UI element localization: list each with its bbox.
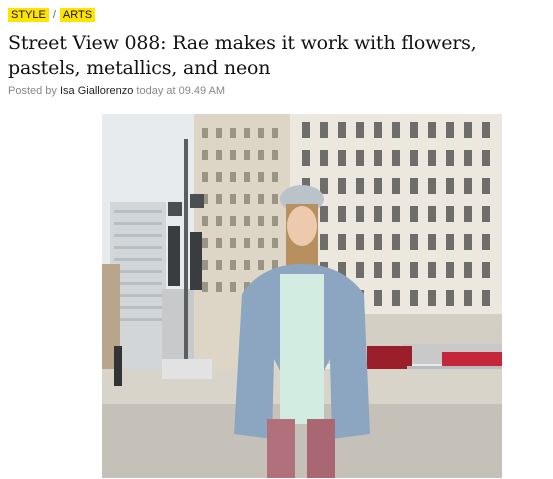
white-car — [162, 359, 212, 379]
tag-style[interactable]: STYLE — [8, 8, 49, 22]
street-photo-illustration — [102, 114, 502, 478]
banner — [168, 226, 180, 286]
article-headline[interactable]: Street View 088: Rae makes it work with … — [8, 31, 548, 81]
article-photo[interactable] — [102, 114, 502, 478]
tag-separator: / — [52, 8, 56, 21]
floral-leggings — [267, 419, 295, 478]
post-time: today at 09.49 AM — [136, 85, 226, 97]
street-lamp — [184, 139, 188, 384]
category-tags: STYLE / ARTS — [8, 8, 96, 22]
pedestrian — [114, 346, 122, 386]
byline-prefix: Posted by — [8, 85, 57, 97]
author-link[interactable]: Isa Giallorenzo — [60, 85, 133, 97]
face — [287, 206, 317, 246]
tag-arts[interactable]: ARTS — [59, 8, 96, 22]
mint-shirt — [280, 274, 324, 424]
byline: Posted by Isa Giallorenzo today at 09.49… — [8, 84, 225, 98]
